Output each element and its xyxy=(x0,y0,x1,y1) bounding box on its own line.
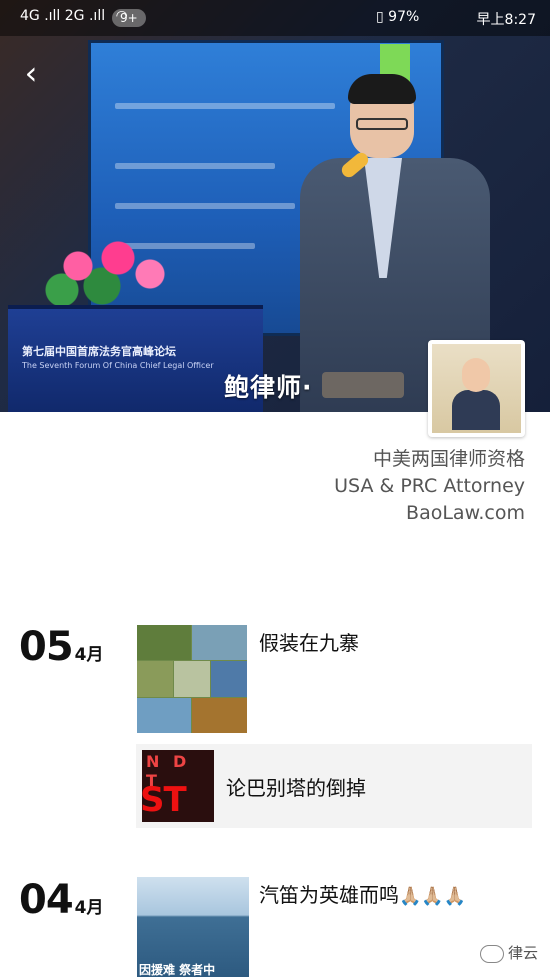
avatar[interactable] xyxy=(428,340,525,437)
photo-tile xyxy=(192,698,247,733)
speaker-glasses xyxy=(356,118,408,130)
shared-article-title: 论巴别塔的倒掉 xyxy=(226,776,366,800)
battery-icon: ▯ xyxy=(376,9,384,25)
post-day: 04 xyxy=(19,877,74,923)
clock: 早上8:27 xyxy=(476,12,536,28)
photo-tile xyxy=(174,661,210,697)
wechat-icon xyxy=(479,944,504,963)
screen-text-line xyxy=(115,203,295,209)
watermark: 律云 xyxy=(479,942,538,963)
signature-line-2: USA & PRC Attorney xyxy=(334,475,525,497)
speaker-hair xyxy=(348,74,416,104)
post-date: 05 4月 xyxy=(19,624,104,670)
shared-article-card[interactable]: N D T ST MA 论巴别塔的倒掉 xyxy=(136,744,532,828)
post-day: 05 xyxy=(19,624,74,670)
photo-tile xyxy=(137,625,191,660)
photo-grid-thumbnail[interactable] xyxy=(137,625,247,733)
podium-title: 第七届中国首席法务官高峰论坛 xyxy=(22,345,176,358)
cover-caption: 鲍律师· xyxy=(224,373,313,402)
post-text-body: 汽笛为英雄而鸣 xyxy=(259,883,399,907)
watermark-text: 律云 xyxy=(507,944,538,962)
photo-tile xyxy=(137,661,173,697)
photo-thumbnail[interactable]: 因援难 祭者中 xyxy=(137,877,249,977)
photo-tile xyxy=(211,661,247,697)
post-date: 04 4月 xyxy=(19,877,104,923)
chevron-left-icon: ‹ xyxy=(24,54,38,92)
photo-tile xyxy=(192,625,247,660)
caption-redaction xyxy=(322,372,404,398)
avatar-head xyxy=(462,358,490,392)
signal-icon: 4G .ıll 2G .ıll xyxy=(20,8,106,24)
post-month: 4月 xyxy=(74,645,104,665)
post-text[interactable]: 假装在九寨 xyxy=(259,627,359,656)
profile-signature: 中美两国律师资格 USA & PRC Attorney BaoLaw.com xyxy=(334,446,525,527)
back-button[interactable]: ‹ xyxy=(16,57,46,89)
post-month: 4月 xyxy=(74,898,104,918)
screen-text-line xyxy=(115,163,275,169)
photo-overlay-text: 因援难 祭者中 xyxy=(139,963,216,977)
avatar-image xyxy=(432,344,521,433)
post-text[interactable]: 汽笛为英雄而鸣🙏🏼🙏🏼🙏🏼 xyxy=(259,879,466,908)
status-bar: 4G .ıll 2G .ıll ◠ 9+ ▯ 97% 早上8:27 xyxy=(0,0,550,36)
flowers xyxy=(30,230,190,310)
podium-subtitle: The Seventh Forum Of China Chief Legal O… xyxy=(22,361,214,370)
thumbnail-text-bottom: ST MA xyxy=(142,780,199,822)
shared-article-thumbnail: N D T ST MA xyxy=(142,750,214,822)
photo-tile xyxy=(137,698,191,733)
avatar-body xyxy=(452,390,500,430)
battery-indicator: ▯ 97% xyxy=(376,9,419,25)
battery-level: 97% xyxy=(388,9,420,25)
signature-line-3: BaoLaw.com xyxy=(406,502,525,524)
praying-hands-icon: 🙏🏼🙏🏼🙏🏼 xyxy=(399,886,467,907)
notifications-badge: 9+ xyxy=(112,9,146,27)
signature-line-1: 中美两国律师资格 xyxy=(372,448,525,470)
